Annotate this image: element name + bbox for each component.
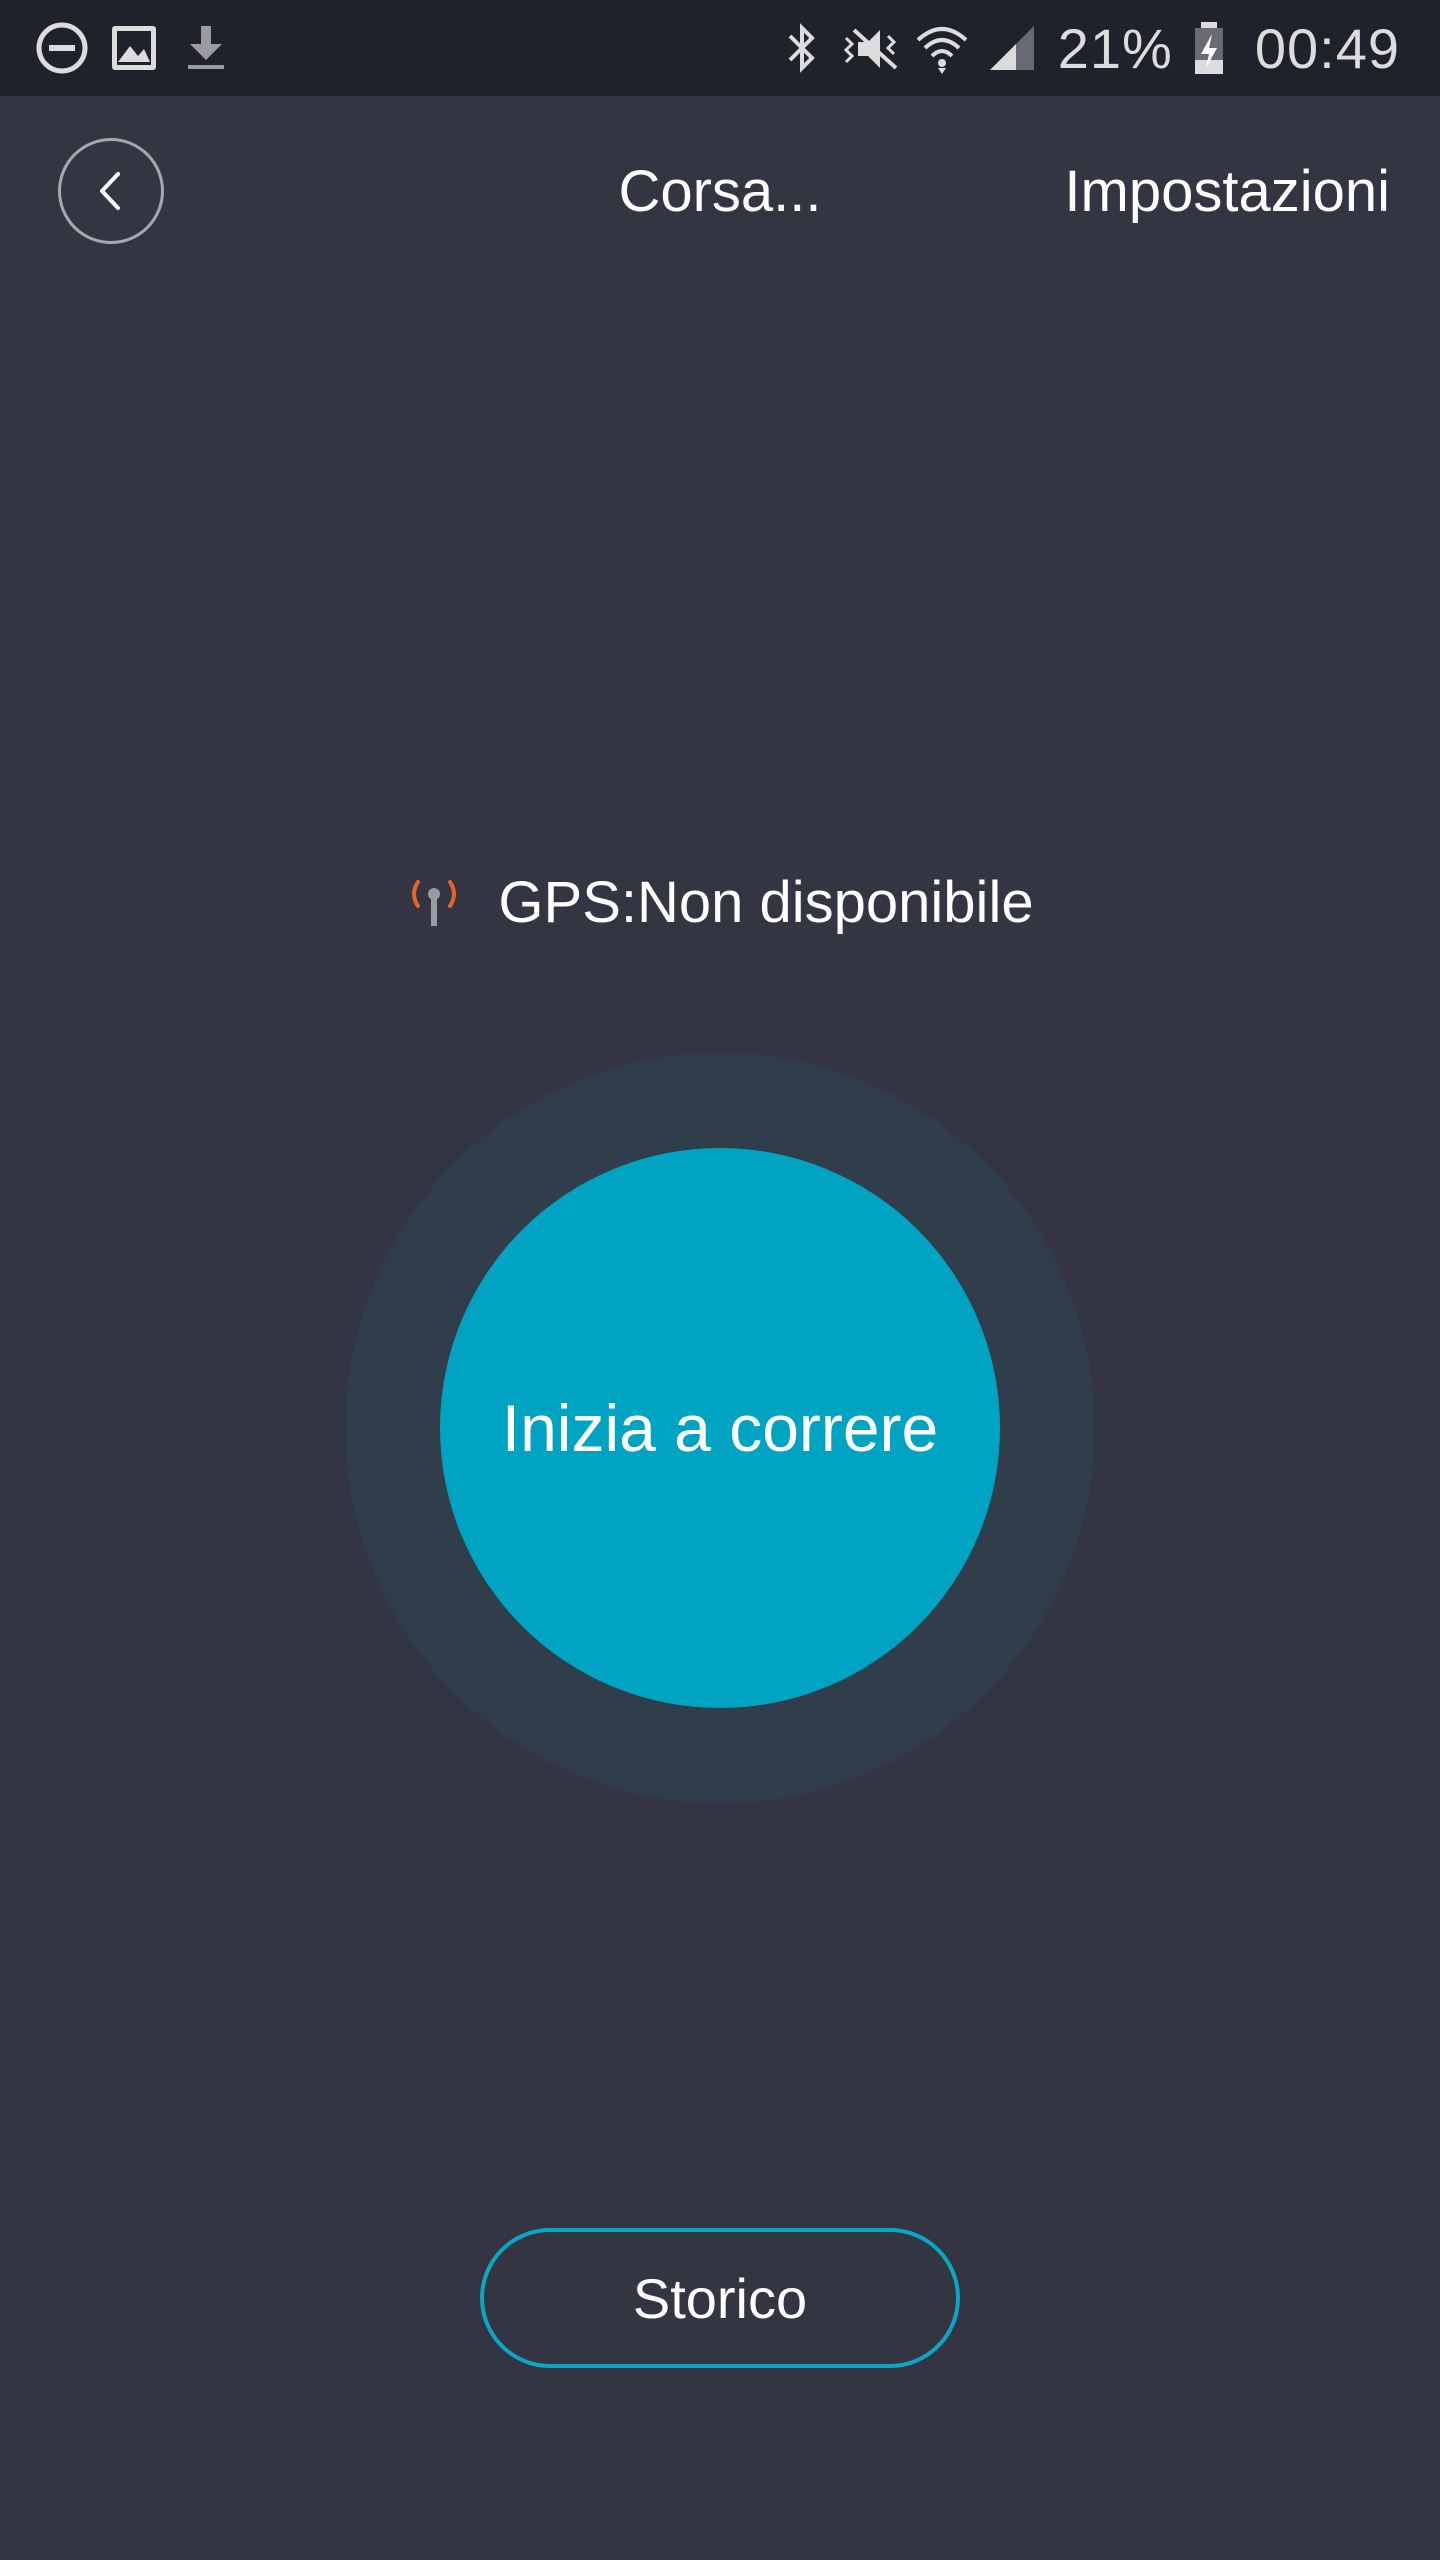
status-bar: 21% 00:49	[0, 0, 1440, 96]
clock: 00:49	[1254, 16, 1400, 80]
battery-charging-icon	[1194, 22, 1223, 74]
gps-antenna-icon	[412, 880, 457, 926]
download-icon	[188, 26, 224, 69]
history-button[interactable]: Storico	[480, 2228, 960, 2368]
app-header: Corsa... Impostazioni	[0, 96, 1440, 286]
start-run-label: Inizia a correre	[501, 1391, 939, 1465]
history-label: Storico	[632, 2266, 808, 2330]
gps-status-text: GPS:Non disponibile	[498, 869, 1034, 935]
mute-vibrate-icon	[843, 28, 898, 70]
settings-button[interactable]: Impostazioni	[1064, 158, 1390, 225]
do-not-disturb-icon	[36, 22, 88, 74]
start-run-button[interactable]: Inizia a correre	[440, 1148, 1000, 1708]
gps-status: GPS:Non disponibile	[0, 862, 1440, 942]
bluetooth-icon	[788, 23, 815, 73]
signal-icon	[989, 26, 1034, 70]
image-icon	[112, 26, 156, 70]
battery-percent: 21%	[1057, 16, 1173, 80]
wifi-icon	[916, 27, 968, 74]
